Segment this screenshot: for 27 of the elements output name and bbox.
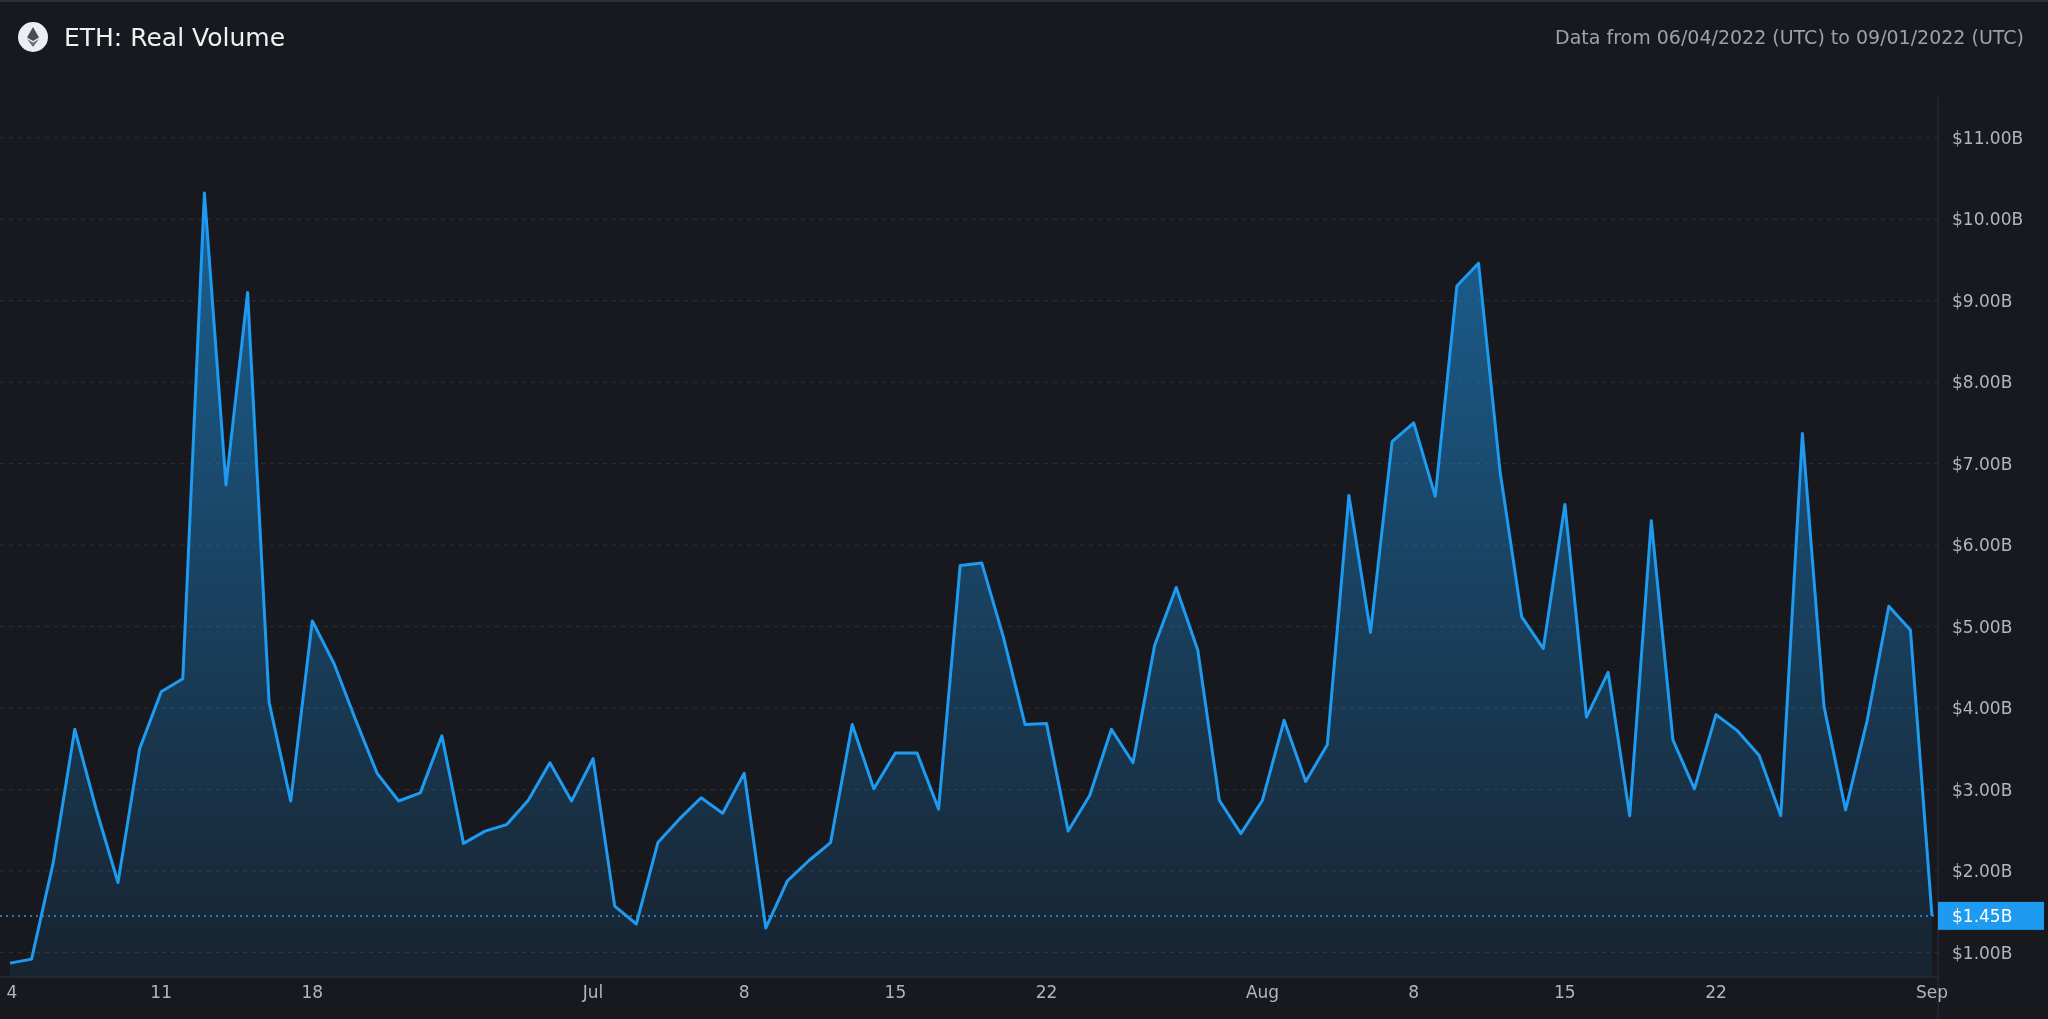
x-axis-label: Sep <box>1916 982 1948 1002</box>
y-axis-label: $2.00B <box>1952 861 2013 882</box>
x-axis-label: 22 <box>1705 982 1727 1002</box>
x-axis-label: 11 <box>150 982 172 1002</box>
x-axis-label: 15 <box>884 982 907 1002</box>
x-axis-label: Aug <box>1245 982 1280 1002</box>
date-range-text: Data from 06/04/2022 (UTC) to 09/01/2022 (UTC) <box>1555 26 2024 48</box>
current-value-label: $1.45B <box>1952 905 2013 926</box>
x-axis-label: 4 <box>6 982 18 1002</box>
y-axis-label: $5.00B <box>1952 616 2013 637</box>
ethereum-logo-icon <box>18 22 48 52</box>
x-axis-label: 8 <box>738 982 750 1002</box>
y-axis-label: $7.00B <box>1952 453 2013 474</box>
x-axis-label: 18 <box>301 982 324 1002</box>
x-axis-label: 22 <box>1035 982 1058 1002</box>
y-axis-label: $10.00B <box>1952 209 2024 230</box>
x-axis-label: 8 <box>1408 982 1420 1002</box>
y-axis-label: $3.00B <box>1952 779 2013 800</box>
x-axis-label: Jul <box>582 982 604 1002</box>
y-axis-label: $9.00B <box>1952 290 2013 311</box>
chart-title: ETH: Real Volume <box>64 22 286 52</box>
y-axis-label: $6.00B <box>1952 535 2013 556</box>
y-axis-label: $4.00B <box>1952 698 2013 719</box>
y-axis-label: $1.00B <box>1952 942 2013 963</box>
y-axis-label: $11.00B <box>1952 127 2024 148</box>
x-axis-label: 15 <box>1554 982 1576 1002</box>
y-axis-label: $8.00B <box>1952 372 2013 393</box>
